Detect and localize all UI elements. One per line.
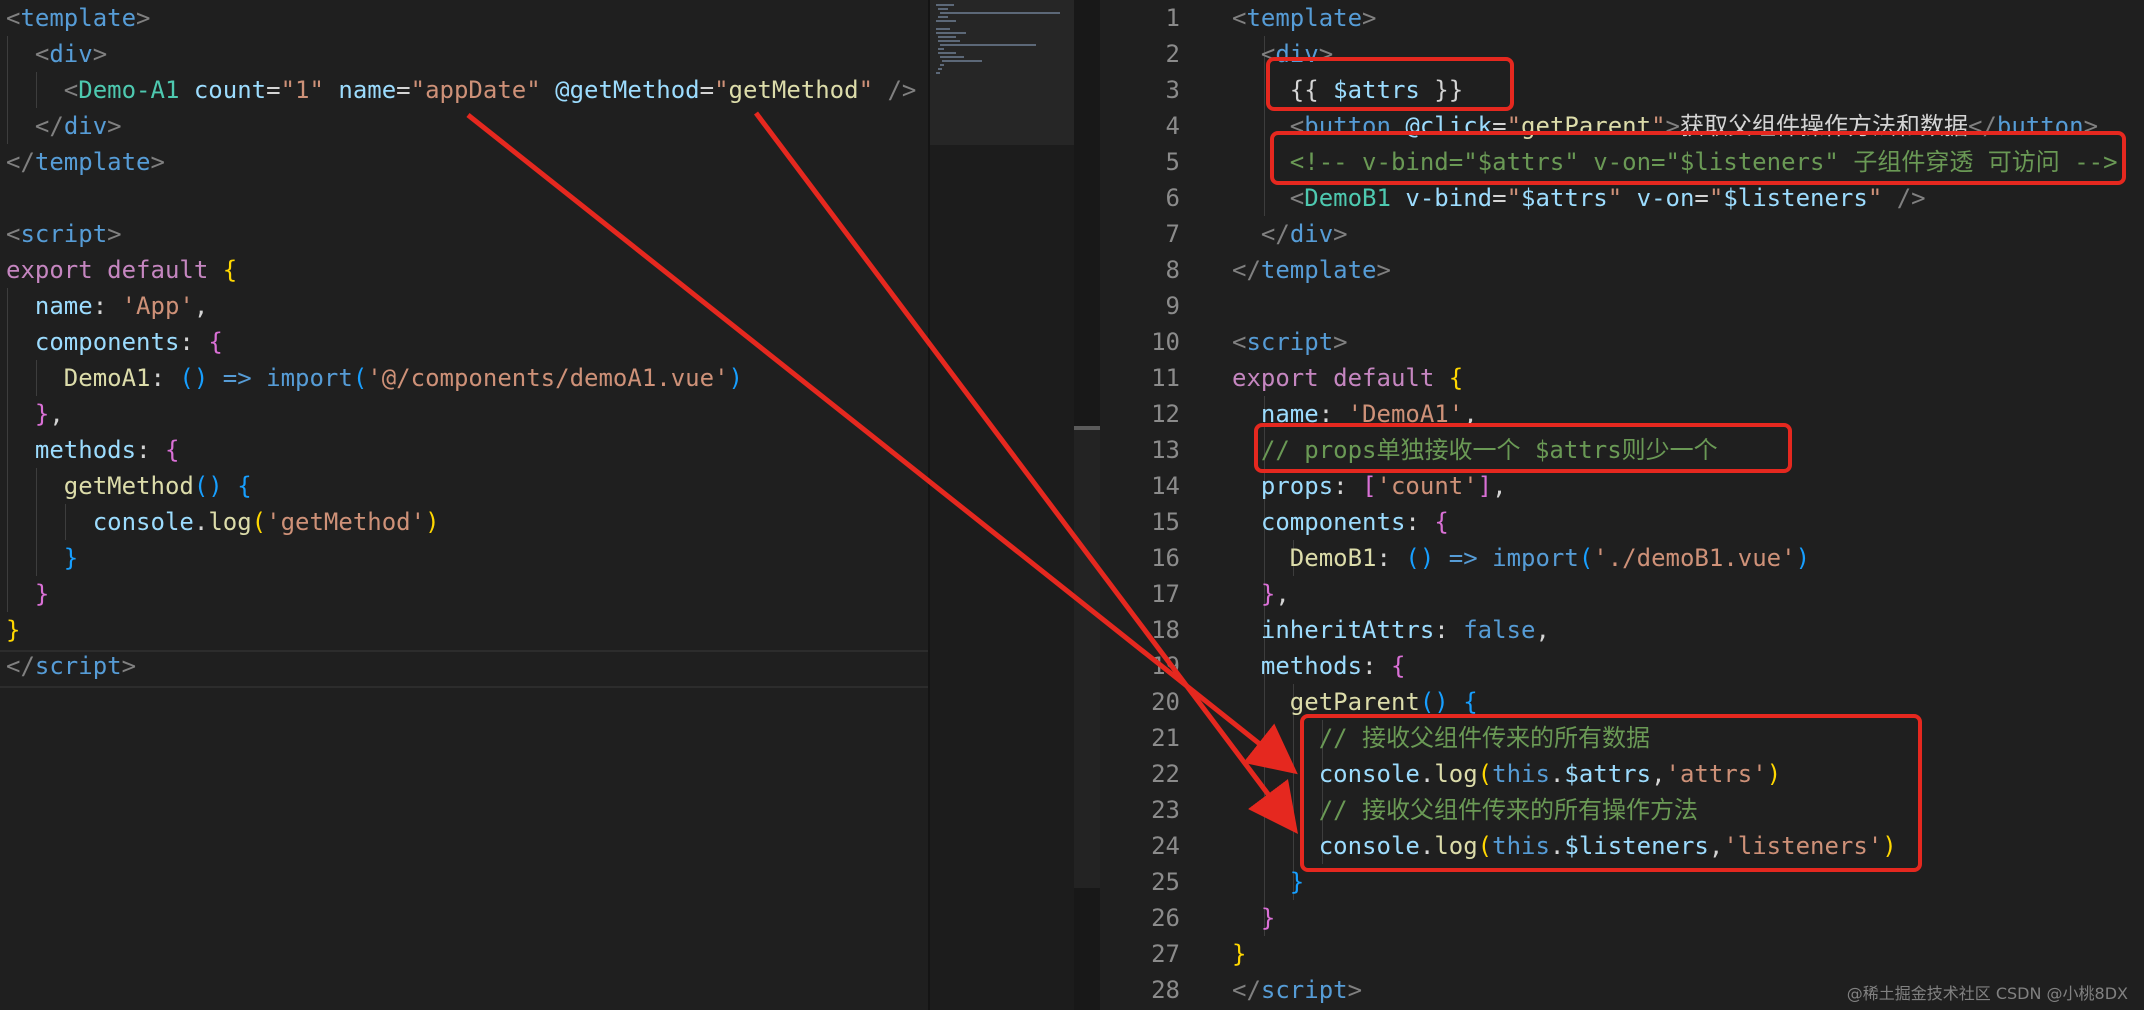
arrow-getmethod-to-listeners bbox=[756, 113, 1292, 826]
annotation-arrows bbox=[0, 0, 2144, 1010]
watermark: @稀土掘金技术社区 CSDN @小桃8DX bbox=[1847, 980, 2128, 1004]
arrow-appdate-to-attrs bbox=[468, 115, 1290, 768]
